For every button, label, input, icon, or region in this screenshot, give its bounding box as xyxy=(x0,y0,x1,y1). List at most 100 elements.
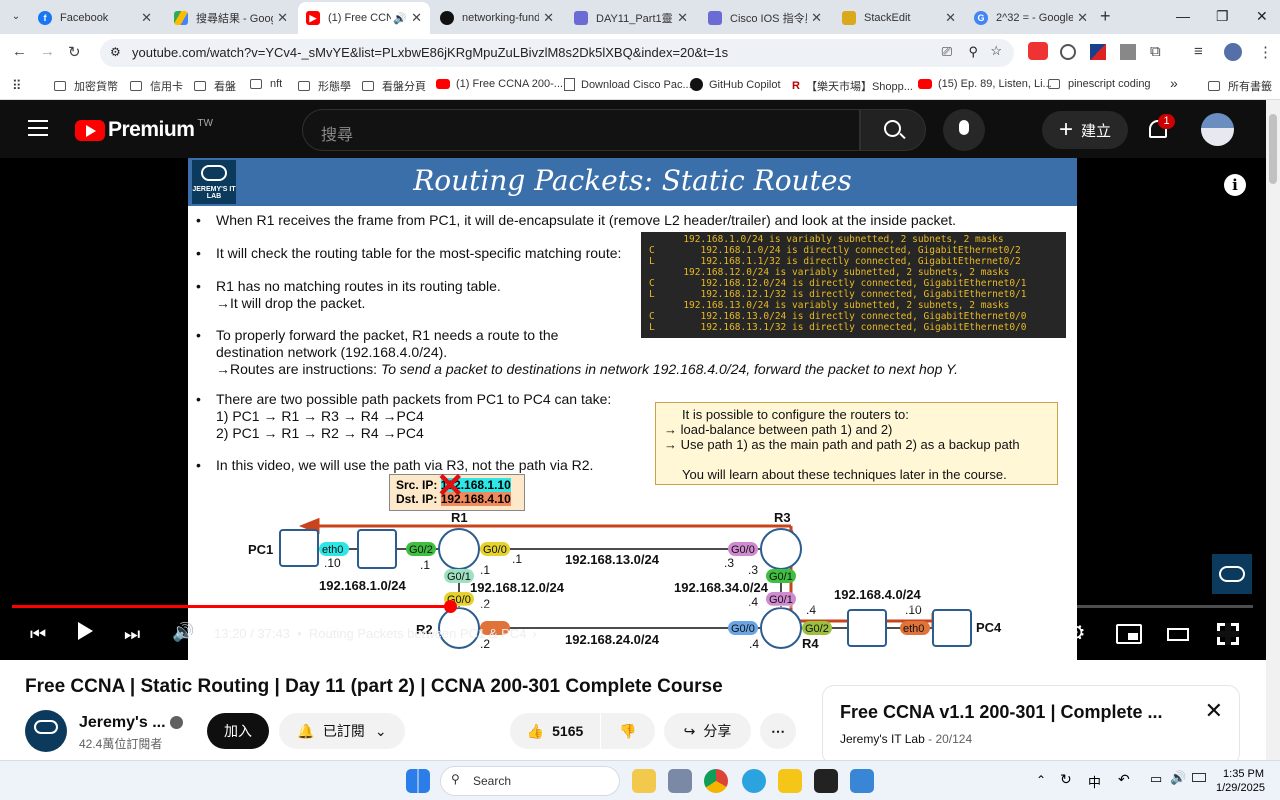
video-player[interactable]: JEREMY'S IT LAB Routing Packets: Static … xyxy=(0,158,1266,660)
info-icon[interactable]: i xyxy=(1224,174,1246,196)
play-icon[interactable] xyxy=(78,622,93,640)
extensions-puzzle-icon[interactable]: ⧉ xyxy=(1150,43,1161,60)
dislike-button[interactable]: 👎 xyxy=(601,713,655,749)
speaker-icon[interactable]: 🔊 xyxy=(1170,770,1186,786)
close-icon[interactable]: ✕ xyxy=(811,10,822,26)
ime-mode-icon[interactable]: ↶ xyxy=(1118,771,1130,788)
chrome-icon[interactable] xyxy=(704,769,728,793)
playlist-title[interactable]: Free CCNA v1.1 200-301 | Complete ... xyxy=(840,702,1163,723)
tab-search-button[interactable]: ⌄ xyxy=(6,7,26,27)
site-info-icon[interactable]: ⚙ xyxy=(110,45,121,59)
telegram-icon[interactable] xyxy=(742,769,766,793)
chapter-title[interactable]: Routing Packets between PC1 & PC4 xyxy=(309,626,527,641)
bookmark-folder[interactable]: 形態學 xyxy=(298,78,351,94)
create-button[interactable]: + 建立 xyxy=(1042,111,1128,149)
close-icon[interactable]: ✕ xyxy=(411,10,422,26)
next-icon[interactable]: ⏭ xyxy=(124,624,140,645)
clock[interactable]: 1:35 PM 1/29/2025 xyxy=(1216,767,1265,795)
battery-icon[interactable] xyxy=(1192,773,1206,782)
previous-icon[interactable]: ⏮ xyxy=(30,624,46,645)
close-icon[interactable]: ✕ xyxy=(945,10,956,26)
close-icon[interactable]: ✕ xyxy=(677,10,688,26)
bookmark-link[interactable]: Download Cisco Pac... xyxy=(564,78,692,91)
address-bar[interactable]: ⚙ youtube.com/watch?v=YCv4-_sMvYE&list=P… xyxy=(100,39,1014,67)
scrollbar-thumb[interactable] xyxy=(1269,114,1277,184)
ime-indicator[interactable]: 中 xyxy=(1088,772,1101,791)
bookmark-link[interactable]: (1) Free CCNA 200-... xyxy=(436,78,563,90)
subscribed-button[interactable]: 🔔 已訂閱 ⌄ xyxy=(279,713,405,749)
voice-search-button[interactable] xyxy=(943,109,985,151)
join-button[interactable]: 加入 xyxy=(207,713,269,749)
star-icon[interactable]: ☆ xyxy=(990,43,1002,59)
app-icon[interactable] xyxy=(778,769,802,793)
windows-start-icon[interactable] xyxy=(406,769,430,793)
share-button[interactable]: ↪ 分享 xyxy=(664,713,751,749)
install-icon[interactable]: ⎚ xyxy=(942,44,952,60)
tab-day11[interactable]: DAY11_Part1靈鯊 ✕ xyxy=(566,4,696,32)
subtitles-icon[interactable] xyxy=(1016,625,1040,643)
tab-facebook[interactable]: f Facebook ✕ xyxy=(30,4,160,32)
account-avatar[interactable] xyxy=(1201,113,1234,146)
page-scrollbar[interactable] xyxy=(1266,100,1280,760)
notepad-icon[interactable] xyxy=(850,769,874,793)
extension-icon[interactable] xyxy=(1120,44,1136,60)
bookmark-link[interactable]: R 【樂天市場】Shopp... xyxy=(792,78,913,94)
channel-avatar[interactable] xyxy=(25,710,67,752)
sync-icon[interactable]: ↻ xyxy=(1060,771,1072,788)
playlist-owner[interactable]: Jeremy's IT Lab xyxy=(840,732,925,746)
bookmark-folder[interactable]: nft xyxy=(250,78,282,90)
back-icon[interactable]: ← xyxy=(12,43,27,60)
network-icon[interactable]: ▭ xyxy=(1150,771,1162,787)
new-tab-button[interactable]: + xyxy=(1100,6,1111,27)
zoom-icon[interactable]: ⚲ xyxy=(968,44,978,60)
miniplayer-icon[interactable] xyxy=(1116,624,1142,644)
profile-avatar[interactable] xyxy=(1224,43,1242,61)
close-icon[interactable]: ✕ xyxy=(141,10,152,26)
all-bookmarks[interactable]: 所有書籤 xyxy=(1208,78,1272,94)
bookmark-folder[interactable]: 看盤分頁 xyxy=(362,78,426,94)
tab-google-search[interactable]: G 2^32 = - Google ✕ xyxy=(966,4,1096,32)
app-icon[interactable] xyxy=(668,769,692,793)
maximize-button[interactable]: ❐ xyxy=(1216,8,1229,25)
chevron-up-icon[interactable]: ⌃ xyxy=(1036,773,1046,787)
playlist-panel[interactable]: Free CCNA v1.1 200-301 | Complete ... Je… xyxy=(822,685,1240,765)
close-icon[interactable]: ✕ xyxy=(1077,10,1088,26)
menu-kebab-icon[interactable]: ⋮ xyxy=(1258,43,1273,61)
youtube-logo[interactable]: Premium TW xyxy=(75,118,213,142)
bookmark-link[interactable]: GitHub Copilot xyxy=(690,78,781,91)
apps-grid-icon[interactable]: ⠿ xyxy=(12,78,22,94)
media-control-icon[interactable]: ≡ xyxy=(1194,43,1203,60)
volume-icon[interactable]: 🔊 xyxy=(172,622,194,643)
close-icon[interactable]: ✕ xyxy=(543,10,554,26)
bookmark-link[interactable]: (15) Ep. 89, Listen, Li... xyxy=(918,78,1052,90)
search-input[interactable]: 搜尋 xyxy=(302,109,860,151)
bookmark-folder[interactable]: 信用卡 xyxy=(130,78,183,94)
forward-icon[interactable]: → xyxy=(40,43,55,60)
bookmark-folder[interactable]: 看盤 xyxy=(194,78,236,94)
tab-github[interactable]: networking-fund ✕ xyxy=(432,4,562,32)
more-actions-button[interactable]: ⋯ xyxy=(760,713,796,749)
channel-name[interactable]: Jeremy's ... xyxy=(79,714,183,732)
extension-icon[interactable] xyxy=(1028,42,1048,60)
bookmarks-overflow[interactable]: » xyxy=(1170,75,1178,91)
theater-mode-icon[interactable] xyxy=(1167,628,1189,641)
extension-icon[interactable] xyxy=(1060,44,1076,60)
minimize-button[interactable]: — xyxy=(1176,8,1190,24)
tab-youtube[interactable]: ▶ (1) Free CCNA 🔊 ✕ xyxy=(298,2,430,34)
tab-google-drive[interactable]: 搜尋結果 - Goog ✕ xyxy=(166,4,296,32)
like-button[interactable]: 👍 5165 xyxy=(510,713,600,749)
terminal-icon[interactable] xyxy=(814,769,838,793)
chevron-right-icon[interactable]: › xyxy=(532,626,536,641)
extension-icon[interactable] xyxy=(1090,44,1106,60)
progress-scrubber[interactable] xyxy=(444,600,458,613)
file-explorer-icon[interactable] xyxy=(632,769,656,793)
settings-gear-icon[interactable]: ⚙ xyxy=(1066,620,1086,646)
hamburger-menu-icon[interactable] xyxy=(28,120,48,136)
notifications-button[interactable]: 1 xyxy=(1146,114,1175,142)
search-button[interactable] xyxy=(860,109,926,151)
close-window-button[interactable]: ✕ xyxy=(1256,8,1268,25)
tab-stackedit[interactable]: StackEdit ✕ xyxy=(834,4,964,32)
close-icon[interactable]: ✕ xyxy=(1205,698,1223,724)
channel-watermark[interactable] xyxy=(1212,554,1252,594)
fullscreen-icon[interactable] xyxy=(1217,623,1239,645)
